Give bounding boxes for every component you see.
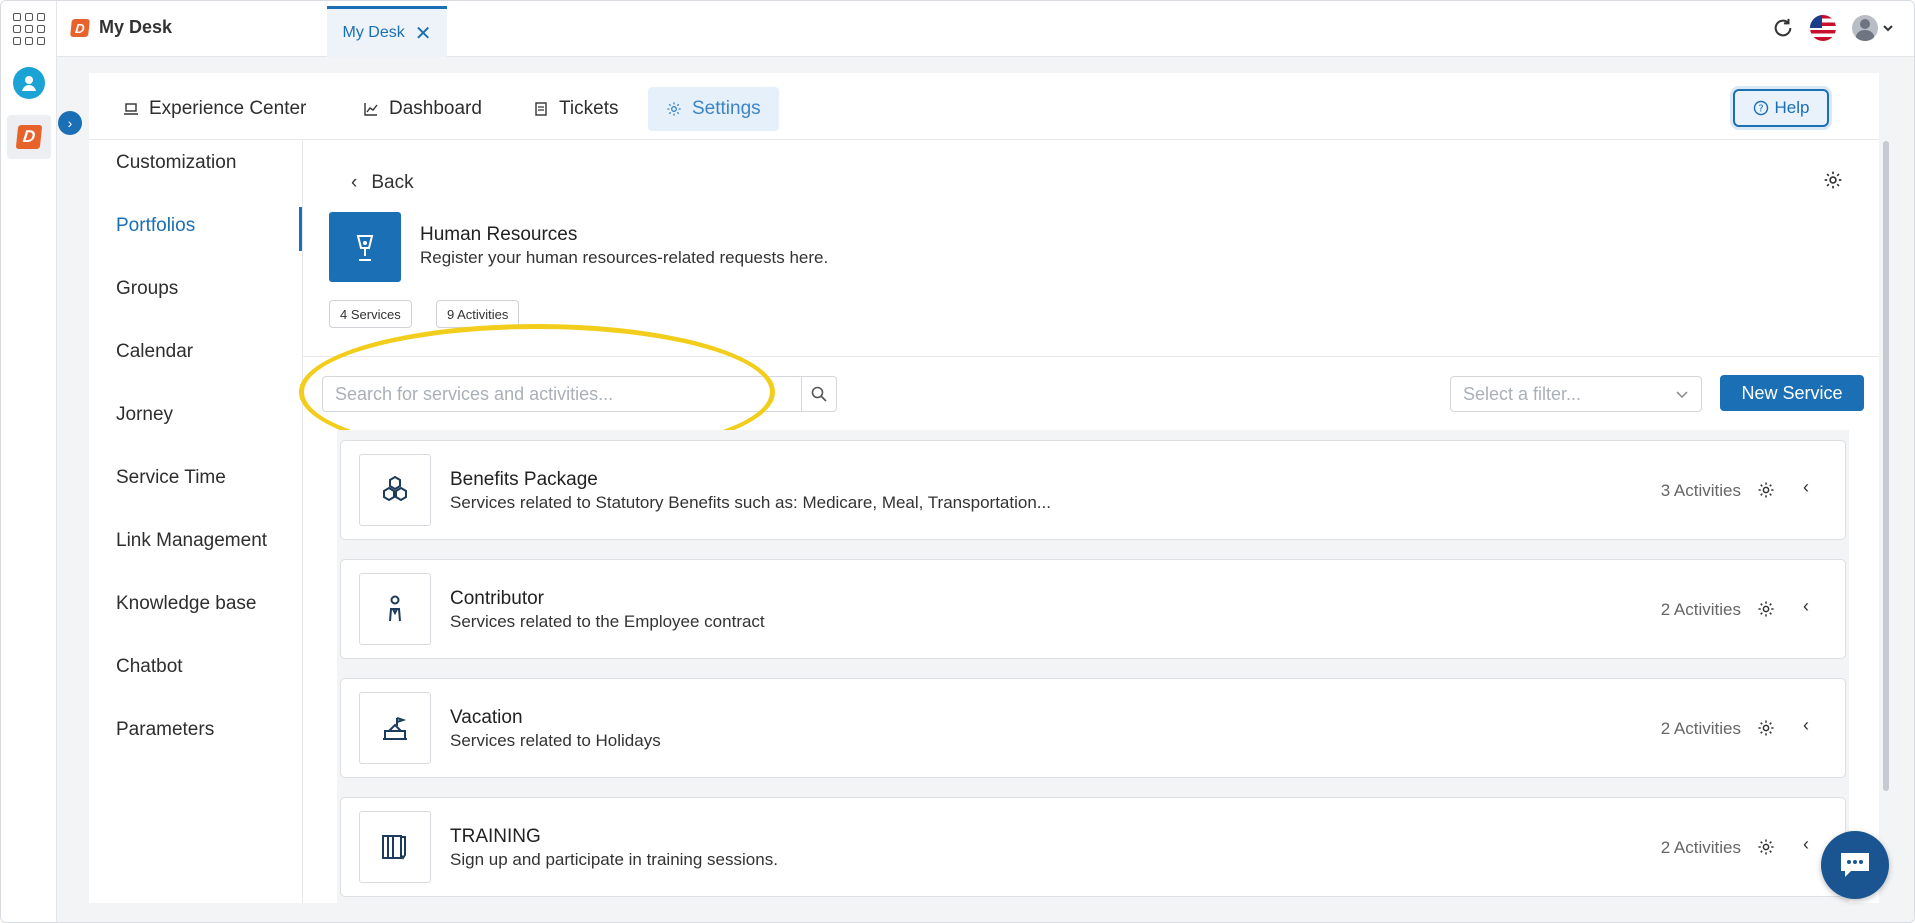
chat-bubble-icon [1841, 853, 1869, 877]
search-icon [811, 386, 827, 402]
sidebar-item-calendar[interactable]: Calendar [116, 341, 193, 363]
chevron-left-icon: ‹ [351, 172, 358, 193]
service-title: TRAINING [450, 826, 541, 847]
app-grid-icon[interactable] [13, 13, 45, 45]
nav-label: Tickets [559, 98, 619, 119]
nav-settings[interactable]: Settings [648, 87, 779, 131]
avatar [1852, 15, 1878, 41]
service-activities-count: 2 Activities [1660, 719, 1741, 738]
chevron-down-icon [1883, 25, 1893, 32]
nav-label: Dashboard [389, 98, 482, 119]
tab-label: My Desk [342, 24, 405, 41]
main-nav: Experience Center Dashboard Tickets Sett… [89, 73, 1879, 140]
section-divider [303, 356, 1879, 357]
service-description: Services related to the Employee contrac… [450, 612, 765, 631]
app-title: My Desk [99, 17, 173, 37]
service-gear-icon[interactable] [1757, 719, 1775, 737]
search-button[interactable] [801, 376, 837, 412]
back-button[interactable]: ‹ Back [351, 172, 414, 194]
close-tab-icon[interactable]: ✕ [415, 21, 432, 46]
filter-placeholder: Select a filter... [1463, 383, 1582, 404]
app-logo: D [70, 18, 90, 37]
service-activities-count: 2 Activities [1660, 600, 1741, 619]
nav-label: Settings [692, 98, 761, 119]
top-bar: D My Desk My Desk ✕ [57, 1, 1914, 57]
refresh-icon[interactable] [1772, 17, 1794, 39]
sidebar-item-chatbot[interactable]: Chatbot [116, 656, 183, 678]
services-count-badge: 4 Services [329, 300, 412, 328]
gear-icon [667, 102, 681, 116]
account-menu[interactable] [1852, 15, 1894, 41]
back-label: Back [371, 172, 414, 193]
chevron-left-icon[interactable]: ‹ [1803, 477, 1809, 498]
nav-dashboard[interactable]: Dashboard [345, 87, 500, 131]
sidebar-active-indicator [299, 207, 302, 251]
lamp-icon [329, 212, 401, 282]
sidebar-item-link-management[interactable]: Link Management [116, 530, 267, 552]
portfolio-title: Human Resources [420, 224, 578, 245]
service-gear-icon[interactable] [1757, 481, 1775, 499]
service-title: Benefits Package [450, 469, 598, 490]
activities-count-badge: 9 Activities [436, 300, 520, 328]
topbar-actions [1772, 15, 1894, 41]
filter-select[interactable]: Select a filter... [1450, 376, 1702, 412]
mydesk-app-icon[interactable]: D [7, 115, 51, 159]
chevron-left-icon[interactable]: ‹ [1803, 715, 1809, 736]
services-list: Benefits Package Services related to Sta… [337, 430, 1849, 903]
portfolio-settings-gear-icon[interactable] [1823, 170, 1843, 190]
service-description: Services related to Holidays [450, 731, 661, 750]
beach-icon [359, 692, 431, 764]
book-icon [359, 811, 431, 883]
hexagons-icon [359, 454, 431, 526]
sidebar-item-knowledge-base[interactable]: Knowledge base [116, 593, 257, 615]
chart-icon [364, 103, 378, 116]
service-title: Vacation [450, 707, 523, 728]
service-card[interactable]: Contributor Services related to the Empl… [340, 559, 1846, 659]
settings-sidebar: Customization Portfolios Groups Calendar… [89, 140, 303, 903]
service-activities-count: 2 Activities [1660, 838, 1741, 857]
sidebar-item-parameters[interactable]: Parameters [116, 719, 214, 741]
sidebar-item-portfolios[interactable]: Portfolios [116, 215, 195, 237]
service-gear-icon[interactable] [1757, 600, 1775, 618]
expand-rail-button[interactable]: › [58, 111, 82, 135]
app-brand: D My Desk [70, 17, 173, 38]
service-gear-icon[interactable] [1757, 838, 1775, 856]
sidebar-item-groups[interactable]: Groups [116, 278, 178, 300]
left-rail: D [1, 1, 57, 922]
sidebar-item-service-time[interactable]: Service Time [116, 467, 226, 489]
chevron-left-icon[interactable]: ‹ [1803, 834, 1809, 855]
portfolio-description: Register your human resources-related re… [420, 248, 829, 267]
nav-label: Experience Center [149, 98, 307, 119]
service-description: Services related to Statutory Benefits s… [450, 493, 1051, 512]
ticket-icon [535, 102, 547, 116]
app-window: D › D My Desk My Desk ✕ Experience Cente… [0, 0, 1915, 923]
scrollbar[interactable] [1883, 141, 1889, 791]
nav-tickets[interactable]: Tickets [515, 87, 636, 131]
service-title: Contributor [450, 588, 544, 609]
chevron-down-icon [1676, 391, 1688, 399]
laptop-icon [124, 103, 138, 115]
sidebar-item-jorney[interactable]: Jorney [116, 404, 173, 426]
service-card[interactable]: Benefits Package Services related to Sta… [340, 440, 1846, 540]
question-icon: ? [1753, 100, 1768, 116]
chevron-left-icon[interactable]: ‹ [1803, 596, 1809, 617]
service-card[interactable]: Vacation Services related to Holidays 2 … [340, 678, 1846, 778]
settings-panel: Experience Center Dashboard Tickets Sett… [89, 73, 1879, 903]
portfolio-detail: ‹ Back Human Resources Register your hum… [299, 140, 1879, 903]
person-icon [359, 573, 431, 645]
service-activities-count: 3 Activities [1660, 481, 1741, 500]
search-input[interactable]: Search for services and activities... [322, 376, 802, 412]
new-service-button[interactable]: New Service [1720, 375, 1864, 411]
user-profile-icon[interactable] [13, 67, 45, 99]
service-card[interactable]: TRAINING Sign up and participate in trai… [340, 797, 1846, 897]
sidebar-item-customization[interactable]: Customization [116, 152, 236, 174]
nav-experience-center[interactable]: Experience Center [105, 87, 324, 131]
tab-my-desk[interactable]: My Desk ✕ [327, 6, 447, 57]
service-description: Sign up and participate in training sess… [450, 850, 778, 869]
help-label: Help [1774, 98, 1810, 117]
chat-button[interactable] [1821, 831, 1889, 899]
us-flag-icon[interactable] [1810, 15, 1836, 41]
help-button[interactable]: ? Help [1733, 89, 1829, 127]
svg-text:?: ? [1758, 104, 1763, 115]
